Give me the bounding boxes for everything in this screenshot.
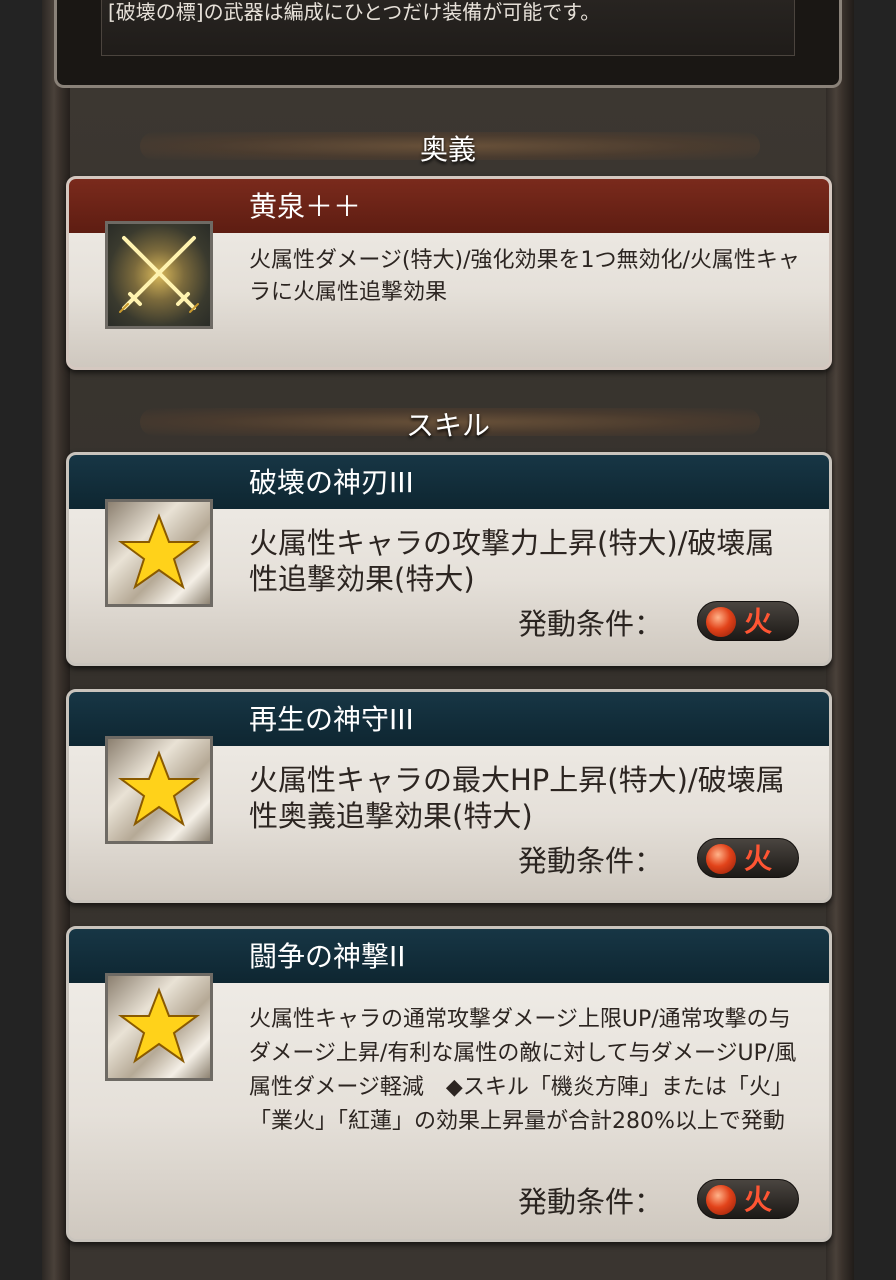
element-label: 火 xyxy=(744,1183,773,1216)
fire-element-badge: 火 xyxy=(697,601,799,641)
ougi-section-title: 奥義 xyxy=(419,133,476,166)
activation-condition: 発動条件： 火 xyxy=(439,601,799,641)
condition-label: 発動条件： xyxy=(517,844,663,878)
crossed-swords-glyph xyxy=(119,236,199,313)
skill-description: 火属性キャラの攻撃力上昇(特大)/破壊属性追撃効果(特大) xyxy=(249,526,775,596)
condition-label: 発動条件： xyxy=(517,607,663,641)
activation-condition: 発動条件： 火 xyxy=(439,838,799,878)
weapon-note-text: [破壊の標]の武器は編成にひとつだけ装備が可能です。 xyxy=(108,0,601,24)
ougi-description: 火属性ダメージ(特大)/強化効果を1つ無効化/火属性キャラに火属性追撃効果 xyxy=(249,248,800,305)
star-glyph xyxy=(117,513,201,590)
fire-orb-icon xyxy=(706,1185,736,1215)
fire-orb-icon xyxy=(706,844,736,874)
condition-label: 発動条件： xyxy=(517,1185,663,1219)
star-icon xyxy=(105,973,213,1081)
skill-description: 火属性キャラの通常攻撃ダメージ上限UP/通常攻撃の与ダメージ上昇/有利な属性の敵… xyxy=(249,1007,797,1134)
skill-card-3[interactable]: 闘争の神撃II 火属性キャラの通常攻撃ダメージ上限UP/通常攻撃の与ダメージ上昇… xyxy=(66,926,832,1242)
ougi-card[interactable]: 黄泉＋＋ 火属性ダメージ(特大)/強化効果を1つ無効化/火属性キャラに火属性追撃… xyxy=(66,176,832,370)
fire-element-badge: 火 xyxy=(697,1179,799,1219)
element-label: 火 xyxy=(744,842,773,875)
star-icon xyxy=(105,499,213,607)
skill-name: 再生の神守III xyxy=(249,703,414,736)
activation-condition: 発動条件： 火 xyxy=(439,1179,799,1219)
fire-orb-icon xyxy=(706,607,736,637)
skill-description: 火属性キャラの最大HP上昇(特大)/破壊属性奥義追撃効果(特大) xyxy=(249,763,785,833)
crossed-swords-icon xyxy=(105,221,213,329)
star-glyph xyxy=(117,987,201,1064)
star-icon xyxy=(105,736,213,844)
skill-section-title: スキル xyxy=(405,409,490,442)
fire-element-badge: 火 xyxy=(697,838,799,878)
skill-card-2[interactable]: 再生の神守III 火属性キャラの最大HP上昇(特大)/破壊属性奥義追撃効果(特大… xyxy=(66,689,832,903)
skill-name: 闘争の神撃II xyxy=(249,940,406,973)
element-label: 火 xyxy=(744,605,773,638)
star-glyph xyxy=(117,750,201,827)
skill-card-1[interactable]: 破壊の神刃III 火属性キャラの攻撃力上昇(特大)/破壊属性追撃効果(特大) 発… xyxy=(66,452,832,666)
skill-name: 破壊の神刃III xyxy=(249,466,414,499)
ougi-name: 黄泉＋＋ xyxy=(249,190,362,223)
